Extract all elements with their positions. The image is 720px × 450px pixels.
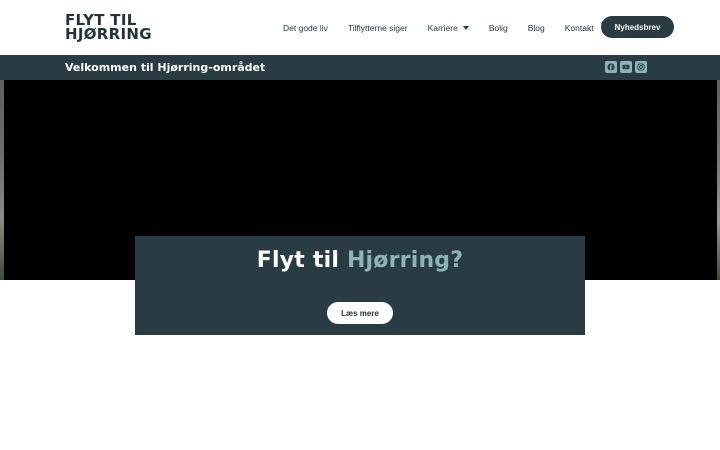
hero-card: Flyt til Hjørring? Læs mere (135, 236, 585, 335)
nav-item-label: Det gode liv (283, 22, 328, 33)
nav-item-blog[interactable]: Blog (528, 23, 545, 33)
social-links (605, 61, 650, 73)
site-header: FLYT TIL HJØRRING Det gode liv Tilflytte… (0, 0, 720, 55)
main-nav: Det gode liv Tilflytterne siger Karriere… (283, 0, 614, 55)
nav-item-label: Karriere (427, 22, 458, 33)
hero-image-edge (0, 80, 4, 280)
nav-item-label: Blog (527, 22, 545, 33)
hero-title-accent: Hjørring? (346, 248, 464, 273)
nav-item-det-gode-liv[interactable]: Det gode liv (283, 23, 328, 33)
nav-item-label: Bolig (488, 22, 508, 33)
welcome-title: Velkommen til Hjørring-området (65, 61, 266, 74)
instagram-icon[interactable] (635, 61, 647, 73)
nav-item-label: Tilflytterne siger (347, 22, 408, 33)
facebook-icon[interactable] (605, 61, 617, 73)
chevron-down-icon (462, 25, 469, 30)
logo-line-2: HJØRRING (65, 24, 152, 43)
youtube-icon[interactable] (620, 61, 632, 73)
nav-item-karriere[interactable]: Karriere (428, 23, 469, 33)
nav-item-label: Kontakt (564, 22, 594, 33)
nav-item-tilflytterne-siger[interactable]: Tilflytterne siger (348, 23, 408, 33)
site-logo[interactable]: FLYT TIL HJØRRING (65, 13, 152, 43)
nav-item-bolig[interactable]: Bolig (489, 23, 508, 33)
welcome-bar: Velkommen til Hjørring-området (0, 55, 720, 80)
read-more-button[interactable]: Læs mere (327, 302, 393, 324)
newsletter-button[interactable]: Nyhedsbrev (601, 16, 674, 38)
nav-item-kontakt[interactable]: Kontakt (565, 23, 594, 33)
hero-title: Flyt til Hjørring? (135, 248, 585, 273)
hero-title-main: Flyt til (256, 248, 347, 273)
